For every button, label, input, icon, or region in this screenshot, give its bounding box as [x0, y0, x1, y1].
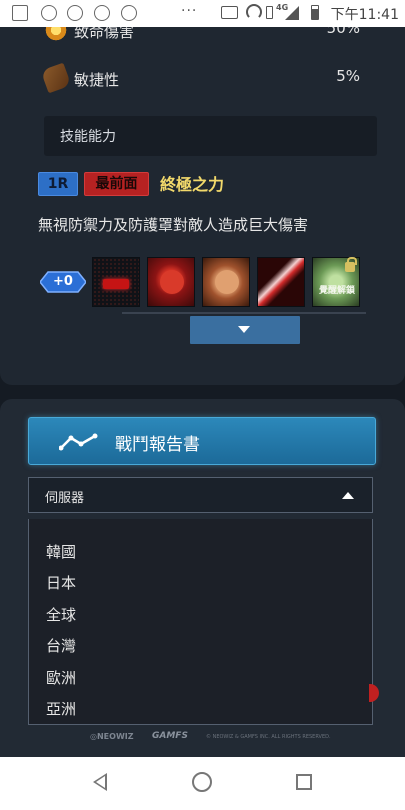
clock: 下午11:41: [330, 7, 399, 23]
server-select-label: 伺服器: [45, 491, 85, 506]
stat-value: 5%: [336, 67, 360, 85]
skill-slot-flex[interactable]: [202, 257, 250, 307]
server-option-japan[interactable]: 日本: [46, 572, 76, 593]
expand-button[interactable]: [190, 316, 300, 344]
line-app-icon: [121, 5, 137, 21]
notes-icon: [12, 5, 28, 21]
line-chart-icon: [59, 433, 98, 451]
server-option-taiwan[interactable]: 台灣: [46, 635, 76, 656]
skill-section-title: 技能能力: [60, 129, 116, 145]
main-content[interactable]: 致命傷害 50% 敏捷性 5% 技能能力 1R 最前面 終極之力 無視防禦力及防…: [0, 27, 405, 757]
skill-slot-locked[interactable]: 覺醒解鎖: [312, 257, 360, 307]
line-app-icon: [67, 5, 83, 21]
skill-name: 終極之力: [160, 175, 225, 194]
skill-slot-empty[interactable]: [92, 257, 140, 307]
stat-label: 致命傷害: [74, 27, 135, 41]
enhance-level-label: +0: [53, 274, 73, 289]
gamfs-logo: GAMFS: [152, 731, 188, 741]
server-dropdown-list: 韓國 日本 全球 台灣 歐洲 亞洲: [28, 519, 373, 725]
character-detail-panel: 致命傷害 50% 敏捷性 5% 技能能力 1R 最前面 終極之力 無視防禦力及防…: [0, 27, 405, 385]
battery-icon: [311, 5, 319, 20]
critical-damage-icon: [44, 27, 68, 42]
server-option-korea[interactable]: 韓國: [46, 541, 76, 562]
server-option-europe[interactable]: 歐洲: [46, 667, 76, 688]
wifi-icon: [246, 4, 262, 20]
position-tag: 最前面: [84, 172, 149, 196]
server-option-global[interactable]: 全球: [46, 604, 76, 625]
stat-value: 50%: [326, 27, 360, 37]
home-icon[interactable]: [192, 772, 212, 792]
skill-description: 無視防禦力及防護罩對敵人造成巨大傷害: [38, 216, 309, 234]
fist-icon: [160, 270, 184, 294]
cast-icon: [221, 6, 238, 19]
vibrate-icon: [266, 6, 273, 19]
slot-scroll-track: [122, 312, 366, 314]
overflow-indicator: ···: [181, 3, 198, 19]
footer: ◎NEOWIZ GAMFS © NEOWIZ & GAMFS INC. ALL …: [90, 731, 331, 745]
stat-row-critical-damage: 致命傷害 50%: [44, 27, 364, 44]
server-option-asia[interactable]: 亞洲: [46, 698, 76, 719]
empty-slot-bar-icon: [103, 279, 129, 289]
range-tag: 1R: [38, 172, 78, 196]
signal-icon: [285, 6, 299, 20]
lock-icon: [345, 257, 357, 272]
skill-slot-fist[interactable]: [147, 257, 195, 307]
copyright-text: © NEOWIZ & GAMFS INC. ALL RIGHTS RESERVE…: [206, 734, 331, 740]
stat-row-agility: 敏捷性 5%: [40, 62, 364, 94]
flexed-arm-icon: [215, 270, 239, 294]
server-select[interactable]: 伺服器: [28, 477, 373, 513]
agility-icon: [40, 62, 72, 94]
skill-slot-slash[interactable]: [257, 257, 305, 307]
back-icon[interactable]: [93, 773, 107, 791]
recent-apps-icon[interactable]: [296, 774, 312, 790]
line-app-icon: [94, 5, 110, 21]
skill-section-header: 技能能力: [44, 116, 377, 156]
slash-icon: [270, 270, 294, 294]
battle-report-label: 戰鬥報告書: [115, 435, 200, 455]
battle-report-button[interactable]: 戰鬥報告書: [28, 417, 376, 465]
stat-label: 敏捷性: [74, 71, 120, 89]
neowiz-logo: ◎NEOWIZ: [90, 732, 134, 741]
image-icon: [41, 5, 57, 21]
awakening-unlock-label: 覺醒解鎖: [318, 286, 355, 296]
navigation-bar: [0, 757, 405, 810]
status-bar: ··· 4G 下午11:41: [0, 0, 405, 27]
enhance-level-badge: +0: [40, 270, 86, 294]
chevron-down-icon: [238, 326, 250, 333]
caret-up-icon: [342, 492, 354, 499]
